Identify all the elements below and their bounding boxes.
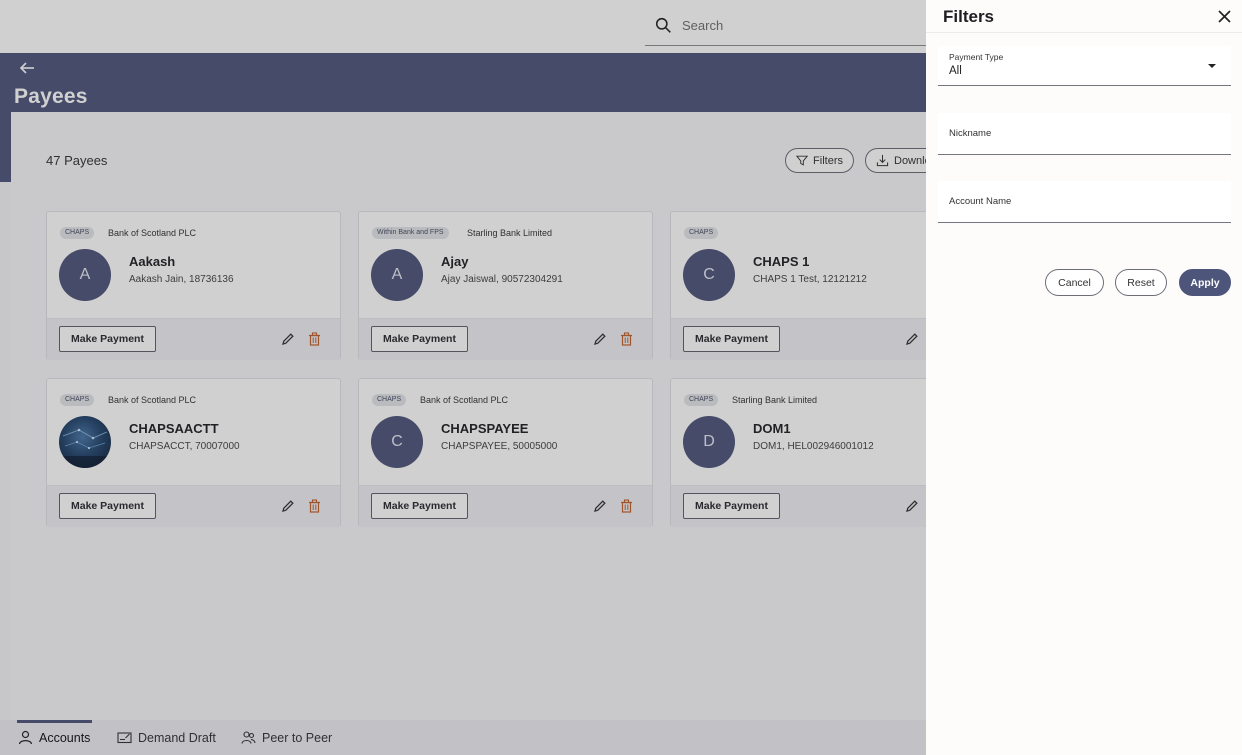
modal-backdrop[interactable] (0, 0, 926, 755)
reset-button[interactable]: Reset (1115, 269, 1167, 296)
payment-type-value: All (949, 65, 962, 77)
filters-drawer: Filters Payment Type All Nickname Accoun… (926, 0, 1242, 755)
drawer-title: Filters (943, 7, 995, 26)
account-name-input[interactable] (938, 181, 1231, 222)
drawer-divider (926, 32, 1242, 33)
nickname-field[interactable]: Nickname (938, 113, 1231, 155)
payment-type-select[interactable]: Payment Type All (938, 46, 1231, 86)
close-icon[interactable] (1218, 10, 1231, 23)
apply-button[interactable]: Apply (1179, 269, 1231, 296)
cancel-button[interactable]: Cancel (1045, 269, 1104, 296)
account-name-field[interactable]: Account Name (938, 181, 1231, 223)
caret-down-icon (1208, 64, 1216, 68)
nickname-input[interactable] (938, 113, 1231, 154)
payment-type-label: Payment Type (949, 52, 1004, 62)
drawer-actions: Cancel Reset Apply (926, 250, 1242, 315)
